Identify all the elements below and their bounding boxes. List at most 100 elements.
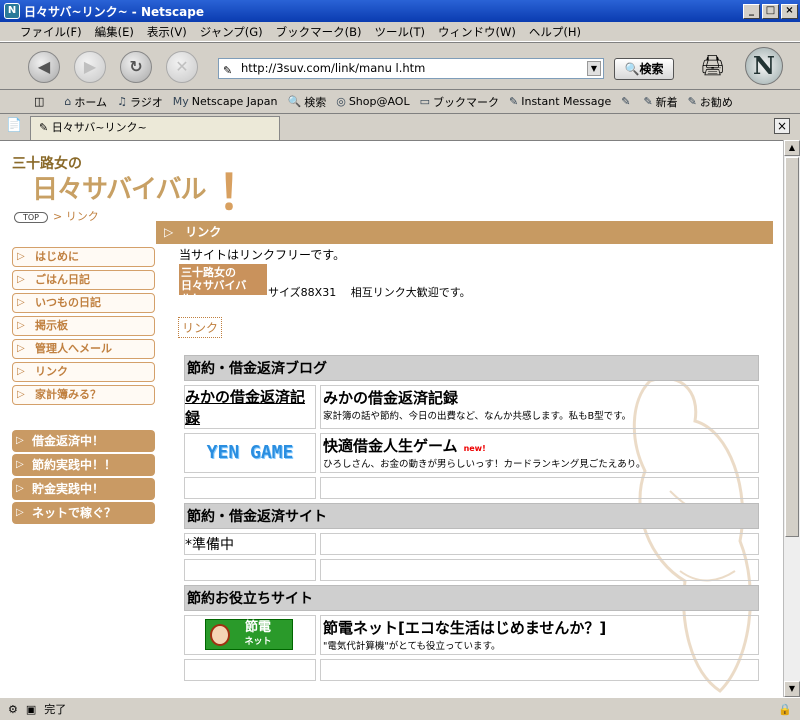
forward-button[interactable]: ▶ [74, 51, 106, 83]
bookmark-recommend[interactable]: ✎ お勧め [688, 94, 733, 110]
empty-cell [184, 659, 316, 681]
empty-cell [184, 559, 316, 581]
status-bar: ⚙ ▣ 完了 🔒 [0, 697, 800, 720]
back-button[interactable]: ◀ [28, 51, 60, 83]
close-tab-button[interactable]: × [774, 118, 790, 134]
vertical-scrollbar[interactable]: ▲ ▼ [783, 140, 800, 697]
nav-link[interactable]: リンク [12, 362, 155, 382]
page-content: 三十路女の 日々サバイバル ！ TOP> リンク ▷ リンク はじめに ごはん日… [0, 140, 783, 697]
online-icon[interactable]: ▣ [26, 703, 36, 716]
intro-text: 当サイトはリンクフリーです。 [179, 248, 346, 262]
bookmark-home[interactable]: ⌂ ホーム [64, 94, 107, 110]
nav-debt[interactable]: 借金返済中！ [12, 430, 155, 452]
aol-icon: ◎ [336, 95, 346, 108]
side-navigation: はじめに ごはん日記 いつもの日記 掲示板 管理人へメール リンク 家計簿みる？ [12, 247, 155, 408]
headphones-icon: ♫ [117, 95, 127, 108]
nav-meal-diary[interactable]: ごはん日記 [12, 270, 155, 290]
my-icon: My [172, 95, 189, 108]
category-header: 節約・借金返済ブログ [184, 355, 759, 381]
sidebar-toggle-icon[interactable]: ◫ [34, 95, 44, 108]
menu-go[interactable]: ジャンプ(G) [200, 24, 263, 40]
link-entry[interactable]: 節電ネット[エコな生活はじめませんか？] "電気代計算機"がとても役立っています。 [320, 615, 759, 655]
yen-game-banner[interactable]: YEN GAME [191, 437, 309, 469]
personal-toolbar: ◫ ⌂ ホーム ♫ ラジオ My Netscape Japan 🔍 検索 ◎ Shop@A… [0, 90, 800, 114]
bookmark-link-icon[interactable]: ✎ [621, 95, 633, 108]
nav-daily-diary[interactable]: いつもの日記 [12, 293, 155, 313]
bookmark-instant-message[interactable]: ✎ Instant Message [509, 95, 611, 108]
maximize-button[interactable]: □ [762, 3, 779, 19]
reload-button[interactable]: ↻ [120, 51, 152, 83]
menu-file[interactable]: ファイル(F) [20, 24, 82, 40]
menu-bar: ファイル(F) 編集(E) 表示(V) ジャンプ(G) ブックマーク(B) ツー… [0, 22, 800, 42]
placeholder-cell: *準備中 [184, 533, 316, 555]
menu-view[interactable]: 表示(V) [147, 24, 187, 40]
link-label: リンク [178, 317, 223, 338]
print-icon[interactable]: 🖨 [700, 53, 726, 77]
link-icon: ✎ [621, 95, 631, 108]
menu-bookmarks[interactable]: ブックマーク(B) [276, 24, 362, 40]
nav-intro[interactable]: はじめに [12, 247, 155, 267]
category-header: 節約・借金返済サイト [184, 503, 759, 529]
bookmark-netscape-japan[interactable]: My Netscape Japan [173, 95, 278, 108]
empty-cell [320, 659, 759, 681]
menu-window[interactable]: ウィンドウ(W) [438, 24, 516, 40]
magnifier-icon: 🔍 [287, 95, 302, 108]
nav-budget[interactable]: 家計簿みる？ [12, 385, 155, 405]
bookmark-radio[interactable]: ♫ ラジオ [117, 94, 163, 110]
menu-help[interactable]: ヘルプ(H) [529, 24, 581, 40]
close-window-button[interactable]: × [781, 3, 798, 19]
link-table: 節約・借金返済ブログ みかの借金返済記録 みかの借金返済記録 家計簿の話や節約、今… [180, 351, 763, 685]
site-logo[interactable]: 三十路女の 日々サバイバル ！ [12, 151, 265, 221]
status-text: 完了 [44, 703, 67, 716]
empty-cell [184, 477, 316, 499]
empty-cell [320, 533, 759, 555]
stop-button[interactable]: ✕ [166, 51, 198, 83]
top-link[interactable]: TOP [14, 212, 49, 223]
link-thumbnail[interactable]: 節電 ネット [184, 615, 316, 655]
url-input[interactable]: ✎ http://3suv.com/link/manu l.htm ▼ [218, 58, 604, 79]
menu-tools[interactable]: ツール(T) [375, 24, 426, 40]
tab-current[interactable]: ✎ 日々サバ~リンク~ [30, 116, 280, 140]
bookmark-search[interactable]: 🔍 検索 [288, 94, 327, 110]
link-thumbnail[interactable]: YEN GAME [184, 433, 316, 473]
bookmark-folder[interactable]: ▭ ブックマーク [420, 94, 499, 110]
nav-saving[interactable]: 節約実践中！！ [12, 454, 155, 476]
empty-cell [320, 477, 759, 499]
title-bar: N 日々サバ~リンク~ - Netscape _ □ × [0, 0, 800, 22]
bookmark-new[interactable]: ✎ 新着 [643, 94, 677, 110]
nav-mail[interactable]: 管理人へメール [12, 339, 155, 359]
security-icon[interactable]: ⚙ [8, 703, 18, 716]
face-icon [210, 624, 230, 646]
scroll-down-icon[interactable]: ▼ [784, 681, 800, 697]
side-navigation-secondary: 借金返済中！ 節約実践中！！ 貯金実践中！ ネットで稼ぐ？ [12, 430, 155, 526]
navigation-toolbar: ◀ ▶ ↻ ✕ ✎ http://3suv.com/link/manu l.ht… [0, 42, 800, 90]
nav-earn[interactable]: ネットで稼ぐ？ [12, 502, 155, 524]
nav-deposit[interactable]: 貯金実践中！ [12, 478, 155, 500]
link-entry[interactable]: みかの借金返済記録 家計簿の話や節約、今日の出費など、なんか共感します。私もB型で… [320, 385, 759, 429]
home-icon: ⌂ [64, 95, 72, 108]
menu-edit[interactable]: 編集(E) [95, 24, 134, 40]
new-tab-icon[interactable]: 📄 [6, 118, 24, 136]
netscape-app-icon: N [4, 3, 20, 19]
minimize-button[interactable]: _ [743, 3, 760, 19]
scroll-thumb[interactable] [785, 157, 799, 537]
banner-caption: サイズ88X31 相互リンク大歓迎です。 [268, 286, 471, 299]
nav-bbs[interactable]: 掲示板 [12, 316, 155, 336]
empty-cell [320, 559, 759, 581]
netscape-logo-icon[interactable]: N [745, 47, 783, 85]
page-icon: ✎ [223, 64, 233, 77]
url-dropdown-icon[interactable]: ▼ [587, 61, 601, 76]
link-thumbnail[interactable]: みかの借金返済記録 [184, 385, 316, 429]
bookmark-shop-aol[interactable]: ◎ Shop@AOL [336, 95, 409, 108]
window-title: 日々サバ~リンク~ - Netscape [24, 4, 204, 19]
tab-bar: 📄 ✎ 日々サバ~リンク~ × [0, 114, 800, 140]
section-heading: ▷ リンク [156, 221, 773, 244]
scroll-up-icon[interactable]: ▲ [784, 140, 800, 156]
folder-icon: ▭ [419, 95, 431, 108]
lock-icon[interactable]: 🔒 [778, 703, 792, 716]
link-entry[interactable]: 快適借金人生ゲーム new! ひろしさん、お金の動きが男らしいっす！カードランキング… [320, 433, 759, 473]
site-banner[interactable]: 三十路女の 日々サバイバル！ [179, 264, 267, 305]
link-icon: ✎ [687, 95, 697, 108]
setsuden-banner[interactable]: 節電 ネット [205, 619, 293, 650]
search-button[interactable]: 🔍検索 [614, 58, 674, 80]
